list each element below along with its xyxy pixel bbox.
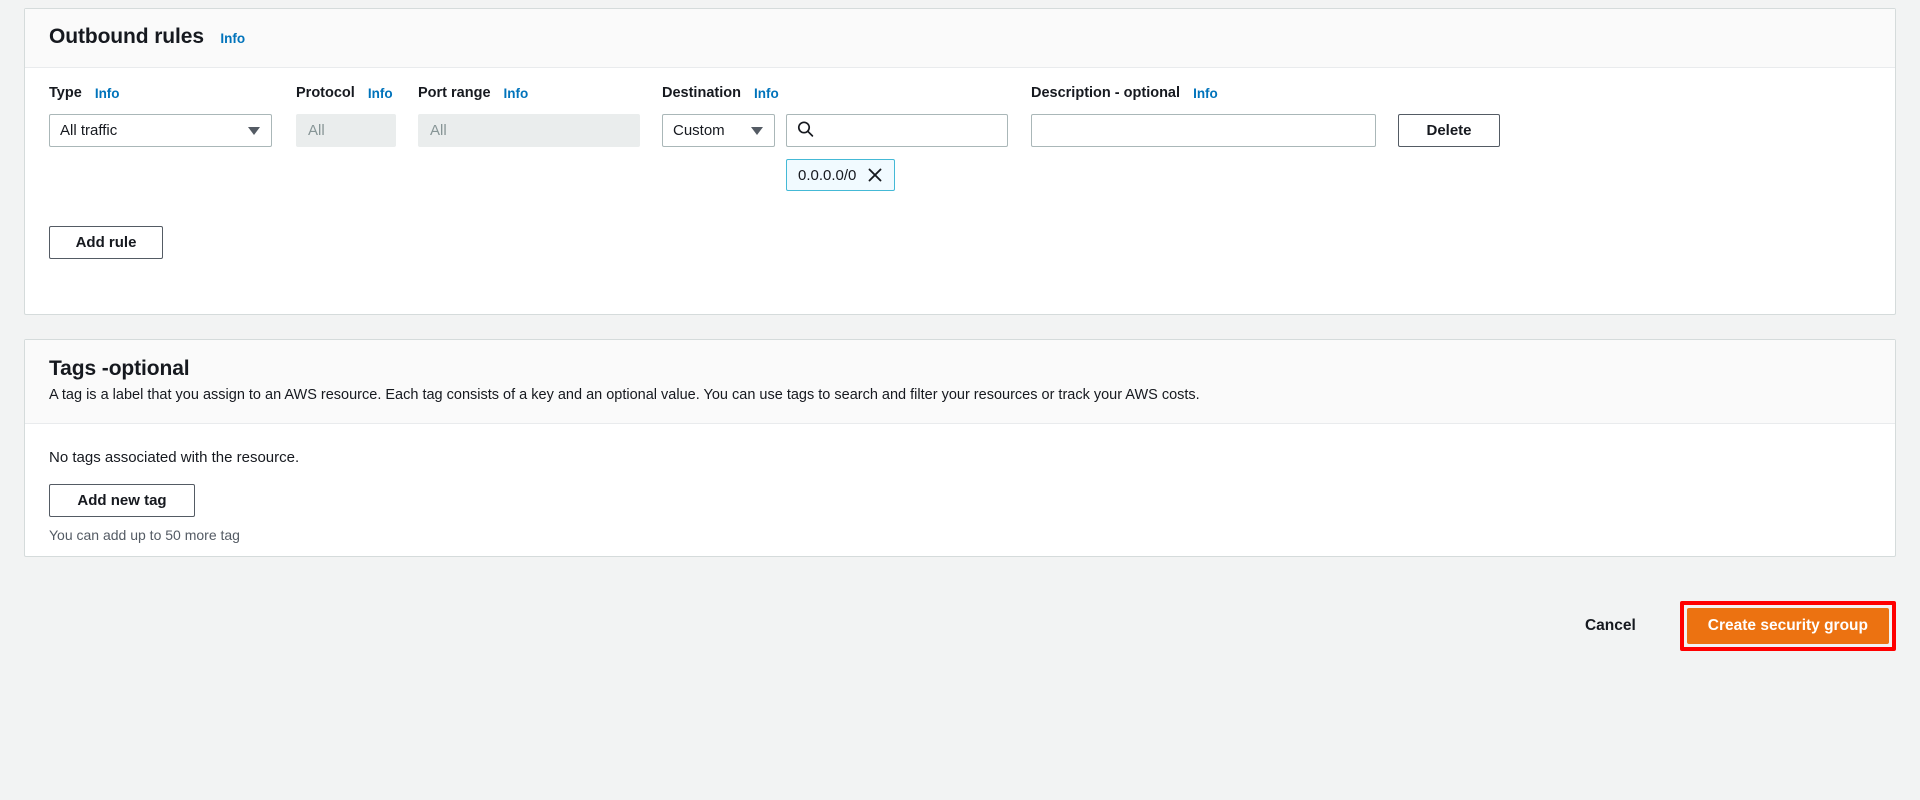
chevron-down-icon — [751, 126, 763, 135]
protocol-info-link[interactable]: Info — [368, 86, 393, 101]
column-header-actions — [1398, 85, 1518, 101]
tags-description: A tag is a label that you assign to an A… — [49, 387, 1200, 403]
close-icon[interactable] — [867, 167, 883, 183]
column-header-protocol-label: Protocol — [296, 85, 355, 101]
tags-title-label: Tags - — [49, 357, 109, 380]
tags-title: Tags - optional — [49, 357, 1871, 381]
destination-chip-row: 0.0.0.0/0 — [662, 147, 1031, 191]
tags-body: No tags associated with the resource. Ad… — [25, 424, 1895, 543]
destination-type-select[interactable]: Custom — [662, 114, 775, 147]
column-header-destination: Destination Info — [662, 85, 1031, 101]
tags-title-optional: optional — [108, 357, 190, 380]
outbound-rules-body: Type Info Protocol Info Port range Info … — [25, 68, 1895, 281]
destination-controls: Custom — [662, 114, 1031, 147]
type-info-link[interactable]: Info — [95, 86, 120, 101]
cancel-button[interactable]: Cancel — [1585, 617, 1636, 635]
create-security-group-button[interactable]: Create security group — [1686, 608, 1889, 644]
rule-type-selected-value: All traffic — [60, 122, 118, 139]
outbound-rule-row: All traffic All All Custom 0.0.0.0/0 Del… — [49, 114, 1871, 191]
destination-search-input[interactable] — [786, 114, 1008, 147]
port-range-info-link[interactable]: Info — [504, 86, 529, 101]
rule-port-range-value: All — [430, 122, 447, 139]
delete-rule-button[interactable]: Delete — [1398, 114, 1500, 147]
search-icon — [797, 120, 814, 141]
rule-protocol-input: All — [296, 114, 396, 147]
rule-action-cell: Delete — [1398, 114, 1518, 147]
column-header-type: Type Info — [49, 85, 296, 101]
column-header-port-range: Port range Info — [418, 85, 662, 101]
add-rule-button[interactable]: Add rule — [49, 226, 163, 259]
rule-protocol-value: All — [308, 122, 325, 139]
rule-port-range-input: All — [418, 114, 640, 147]
outbound-rules-card: Outbound rules Info Type Info Protocol I… — [24, 8, 1896, 315]
create-security-group-page: Outbound rules Info Type Info Protocol I… — [0, 0, 1920, 800]
rule-type-cell: All traffic — [49, 114, 296, 147]
create-security-group-highlight: Create security group — [1679, 601, 1896, 651]
form-actions-footer: Cancel Create security group — [0, 588, 1920, 664]
add-new-tag-button[interactable]: Add new tag — [49, 483, 195, 517]
destination-chip-label: 0.0.0.0/0 — [798, 166, 857, 184]
rules-column-headers: Type Info Protocol Info Port range Info … — [49, 68, 1871, 101]
outbound-rules-info-link[interactable]: Info — [220, 31, 245, 46]
description-info-link[interactable]: Info — [1193, 86, 1218, 101]
outbound-rules-header: Outbound rules Info — [25, 9, 1895, 68]
chevron-down-icon — [248, 126, 260, 135]
column-header-port-range-label: Port range — [418, 85, 491, 101]
tags-limit-text: You can add up to 50 more tag — [49, 526, 240, 543]
page-title: Outbound rules — [49, 25, 204, 48]
rule-protocol-cell: All — [296, 114, 418, 147]
column-header-type-label: Type — [49, 85, 82, 101]
destination-chip: 0.0.0.0/0 — [786, 159, 896, 191]
rule-description-cell — [1031, 114, 1398, 147]
tags-header: Tags - optional A tag is a label that yo… — [25, 340, 1895, 424]
destination-type-selected-value: Custom — [673, 122, 725, 139]
tags-card: Tags - optional A tag is a label that yo… — [24, 339, 1896, 557]
rule-type-select[interactable]: All traffic — [49, 114, 272, 147]
rule-port-range-cell: All — [418, 114, 662, 147]
column-header-description-label: Description - optional — [1031, 85, 1181, 101]
column-header-description: Description - optional Info — [1031, 85, 1398, 101]
rule-description-input[interactable] — [1031, 114, 1376, 147]
tags-empty-message: No tags associated with the resource. — [49, 448, 300, 466]
rule-destination-cell: Custom 0.0.0.0/0 — [662, 114, 1031, 191]
column-header-destination-label: Destination — [662, 85, 741, 101]
destination-info-link[interactable]: Info — [754, 86, 779, 101]
column-header-protocol: Protocol Info — [296, 85, 418, 101]
